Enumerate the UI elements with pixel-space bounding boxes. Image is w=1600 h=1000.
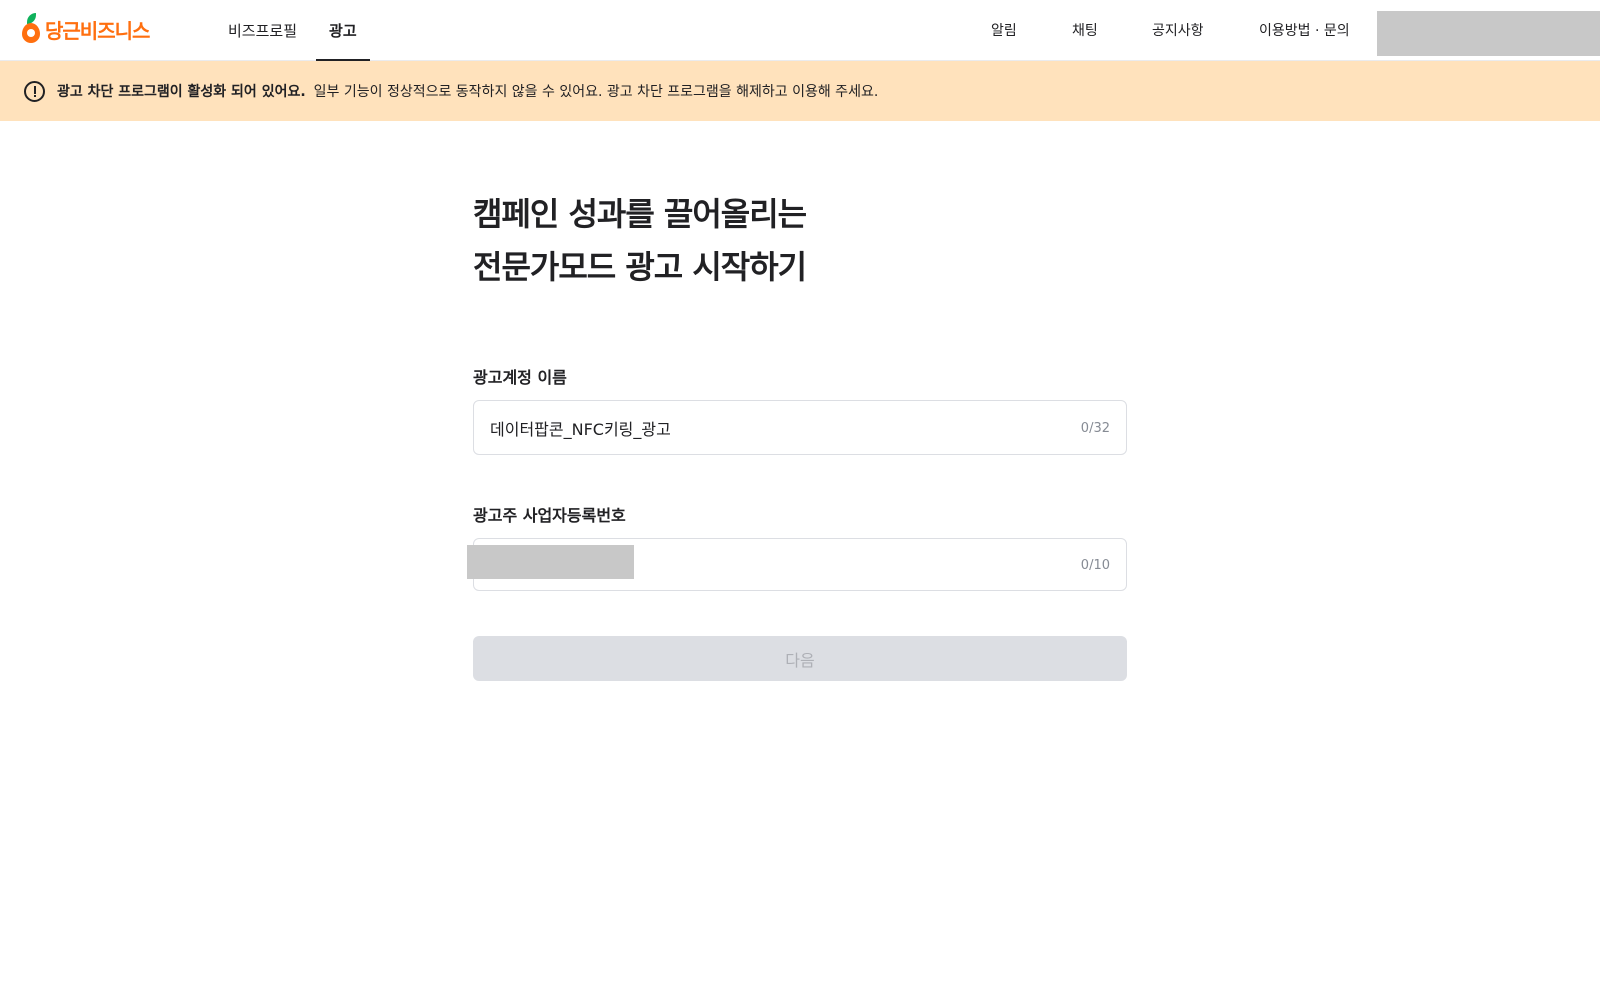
logo-text: 당근비즈니스 (45, 18, 150, 43)
logo[interactable]: 당근비즈니스 (22, 13, 150, 45)
account-menu-redacted[interactable] (1377, 11, 1600, 56)
nav-notifications[interactable]: 알림 (991, 20, 1017, 40)
adblock-warning-banner: 광고 차단 프로그램이 활성화 되어 있어요. 일부 기능이 정상적으로 동작하지… (0, 61, 1600, 121)
banner-bold-text: 광고 차단 프로그램이 활성화 되어 있어요. (57, 84, 306, 100)
page-title-line-1: 캠페인 성과를 끌어올리는 (473, 195, 807, 233)
alert-circle-icon (24, 81, 45, 102)
nav-chat[interactable]: 채팅 (1072, 20, 1098, 40)
account-name-counter: 0/32 (1080, 421, 1110, 436)
account-name-input[interactable] (490, 401, 1050, 454)
nav-notices[interactable]: 공지사항 (1152, 20, 1204, 40)
banner-text: 광고 차단 프로그램이 활성화 되어 있어요. 일부 기능이 정상적으로 동작하지… (57, 81, 878, 101)
next-button[interactable]: 다음 (473, 636, 1127, 681)
business-number-counter: 0/10 (1080, 558, 1110, 573)
account-name-field-box: 0/32 (473, 400, 1127, 455)
nav-item-ads[interactable]: 광고 (316, 0, 370, 61)
account-name-label: 광고계정 이름 (473, 368, 567, 387)
nav-item-bizprofile[interactable]: 비즈프로필 (215, 0, 310, 61)
nav-help[interactable]: 이용방법 · 문의 (1259, 20, 1350, 40)
business-number-label: 광고주 사업자등록번호 (473, 506, 626, 525)
top-header: 당근비즈니스 비즈프로필 광고 알림 채팅 공지사항 이용방법 · 문의 (0, 0, 1600, 61)
banner-detail-text: 일부 기능이 정상적으로 동작하지 않을 수 있어요. 광고 차단 프로그램을 … (313, 84, 879, 100)
page-title: 캠페인 성과를 끌어올리는 전문가모드 광고 시작하기 (473, 188, 807, 294)
page-title-line-2: 전문가모드 광고 시작하기 (473, 248, 807, 286)
main-nav: 비즈프로필 광고 (215, 0, 370, 61)
redacted-value (467, 545, 634, 579)
carrot-logo-icon (22, 13, 40, 45)
